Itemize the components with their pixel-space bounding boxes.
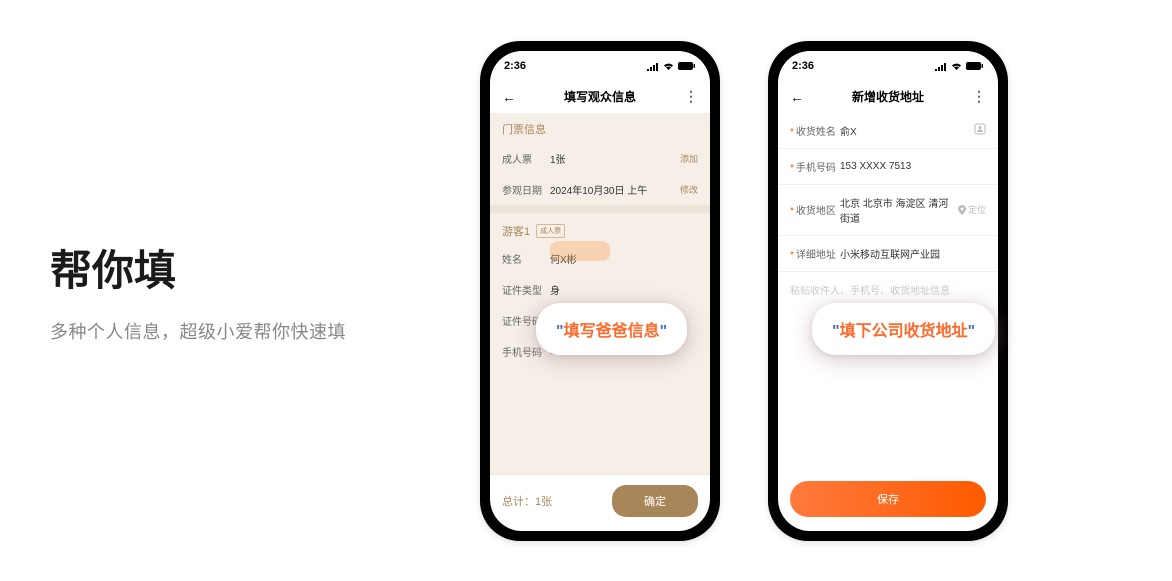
edit-link[interactable]: 修改 bbox=[680, 183, 698, 196]
total-count: 总计：1张 bbox=[502, 493, 552, 509]
region-row[interactable]: 收货地区 北京 北京市 海淀区 清河街道 定位 bbox=[778, 185, 998, 236]
app-header: 新增收货地址 bbox=[778, 81, 998, 113]
battery-icon bbox=[678, 61, 696, 71]
idtype-label: 证件类型 bbox=[502, 282, 550, 297]
visitor-tag: 成人票 bbox=[536, 224, 565, 238]
adult-ticket-row: 成人票 1张 添加 bbox=[490, 143, 710, 174]
name-label: 姓名 bbox=[502, 251, 550, 266]
quote-close: " bbox=[660, 323, 668, 340]
app-header: 填写观众信息 bbox=[490, 81, 710, 113]
ticket-footer: 总计：1张 确定 bbox=[490, 474, 710, 531]
address-form: 收货姓名 俞X 手机号码 153 XXXX 7513 收货地区 北京 北京市 海… bbox=[778, 113, 998, 297]
more-icon[interactable] bbox=[684, 88, 698, 105]
visitor-header: 游客1 成人票 bbox=[490, 213, 710, 243]
back-icon[interactable] bbox=[790, 89, 804, 105]
signal-icon bbox=[647, 61, 659, 71]
phone-right-screen: 2:36 新增收货地址 收货姓名 俞X bbox=[778, 51, 998, 531]
back-icon[interactable] bbox=[502, 89, 516, 105]
detail-value: 小米移动互联网产业园 bbox=[840, 246, 986, 261]
voice-bubble-right: "填下公司收货地址" bbox=[812, 303, 995, 355]
date-label: 参观日期 bbox=[502, 182, 550, 197]
add-link[interactable]: 添加 bbox=[680, 152, 698, 165]
region-value: 北京 北京市 海淀区 清河街道 bbox=[840, 195, 958, 225]
status-time: 2:36 bbox=[792, 60, 814, 72]
phone-label: 手机号码 bbox=[790, 159, 840, 174]
more-icon[interactable] bbox=[972, 88, 986, 105]
visit-date-row: 参观日期 2024年10月30日 上午 修改 bbox=[490, 174, 710, 205]
voice-bubble-left: "填写爸爸信息" bbox=[536, 303, 687, 355]
recipient-name-row[interactable]: 收货姓名 俞X bbox=[778, 113, 998, 149]
phone-left-screen: 2:36 填写观众信息 门票信息 成人票 1张 添加 bbox=[490, 51, 710, 531]
paste-hint[interactable]: 粘贴收件人、手机号、收货地址信息 bbox=[778, 272, 998, 297]
region-label: 收货地区 bbox=[790, 202, 840, 217]
visitor-title: 游客1 bbox=[502, 223, 530, 239]
header-title: 新增收货地址 bbox=[852, 88, 924, 105]
phone-number-row[interactable]: 手机号码 153 XXXX 7513 bbox=[778, 149, 998, 185]
section-divider bbox=[490, 205, 710, 213]
phone-right: 2:36 新增收货地址 收货姓名 俞X bbox=[768, 41, 1008, 541]
bubble-text: 填写爸爸信息 bbox=[564, 323, 660, 340]
idtype-value: 身 bbox=[550, 282, 698, 297]
visitor-name-row[interactable]: 姓名 何X彬 bbox=[490, 243, 710, 274]
promo-title: 帮你填 bbox=[50, 237, 480, 298]
phone-value: 153 XXXX 7513 bbox=[840, 161, 986, 172]
name-value: 何X彬 bbox=[550, 251, 698, 266]
wifi-icon bbox=[662, 61, 675, 71]
header-title: 填写观众信息 bbox=[564, 88, 636, 105]
contacts-icon[interactable] bbox=[974, 123, 986, 137]
locate-icon[interactable]: 定位 bbox=[958, 203, 986, 216]
save-button[interactable]: 保存 bbox=[790, 481, 986, 517]
status-bar: 2:36 bbox=[778, 51, 998, 81]
bubble-text: 填下公司收货地址 bbox=[840, 323, 968, 340]
phone-left: 2:36 填写观众信息 门票信息 成人票 1张 添加 bbox=[480, 41, 720, 541]
adult-label: 成人票 bbox=[502, 151, 550, 166]
adult-value: 1张 bbox=[550, 151, 680, 166]
quote-close: " bbox=[968, 323, 976, 340]
ticket-section-title: 门票信息 bbox=[490, 113, 710, 143]
recipient-label: 收货姓名 bbox=[790, 123, 840, 138]
status-time: 2:36 bbox=[504, 60, 526, 72]
status-icons bbox=[647, 61, 696, 71]
visitor-idtype-row[interactable]: 证件类型 身 bbox=[490, 274, 710, 305]
signal-icon bbox=[935, 61, 947, 71]
detail-address-row[interactable]: 详细地址 小米移动互联网产业园 bbox=[778, 236, 998, 272]
quote-open: " bbox=[556, 323, 564, 340]
wifi-icon bbox=[950, 61, 963, 71]
promo-text: 帮你填 多种个人信息，超级小爱帮你快速填 bbox=[0, 237, 480, 344]
date-value: 2024年10月30日 上午 bbox=[550, 182, 680, 197]
ticket-form: 门票信息 成人票 1张 添加 参观日期 2024年10月30日 上午 修改 游客… bbox=[490, 113, 710, 474]
status-bar: 2:36 bbox=[490, 51, 710, 81]
quote-open: " bbox=[832, 323, 840, 340]
promo-subtitle: 多种个人信息，超级小爱帮你快速填 bbox=[50, 318, 480, 344]
detail-label: 详细地址 bbox=[790, 246, 840, 261]
status-icons bbox=[935, 61, 984, 71]
battery-icon bbox=[966, 61, 984, 71]
confirm-button[interactable]: 确定 bbox=[612, 485, 698, 517]
phones-container: 2:36 填写观众信息 门票信息 成人票 1张 添加 bbox=[480, 41, 1048, 541]
recipient-value: 俞X bbox=[840, 123, 974, 138]
